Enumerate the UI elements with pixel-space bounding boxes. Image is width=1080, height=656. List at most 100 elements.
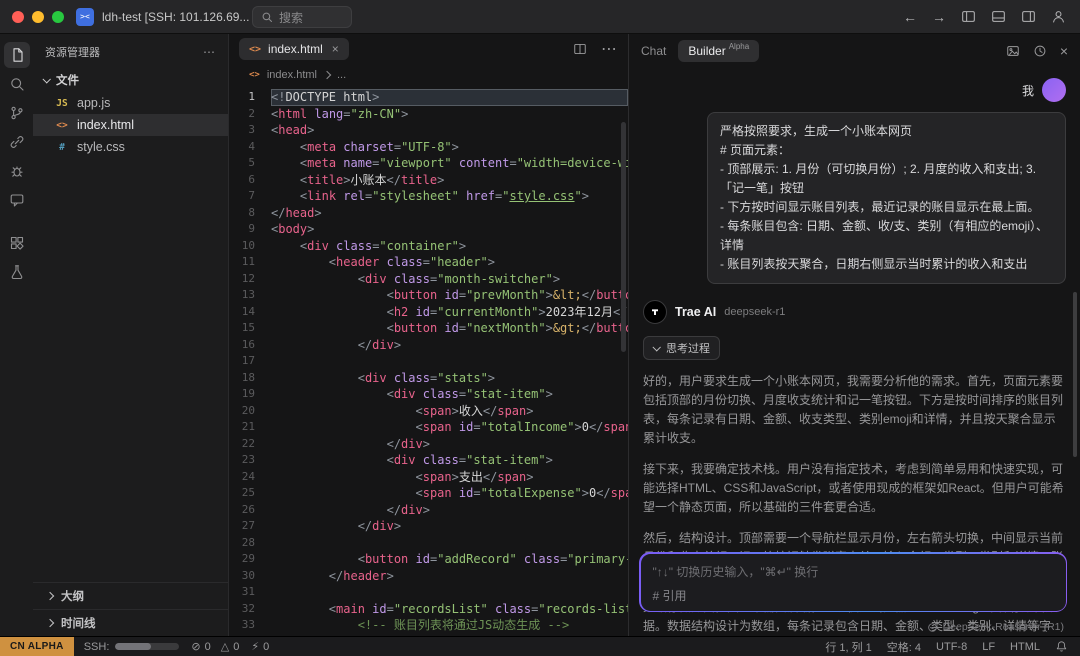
code-line[interactable]: 8</head> [229,205,628,222]
code-line[interactable]: 30 </header> [229,568,628,585]
line-number: 23 [229,452,271,469]
comments-icon[interactable] [4,187,30,213]
chat-input[interactable]: "↑↓" 切换历史输入，"⌘↵" 换行 # 引用 [641,554,1066,611]
split-editor-icon[interactable] [573,42,587,56]
trae-logo-icon [649,306,661,318]
back-button[interactable]: ← [903,9,917,25]
code-line[interactable]: 23 <div class="stat-item"> [229,452,628,469]
toggle-sidebar-icon[interactable] [961,9,976,24]
ports-status[interactable]: ⚡0 [251,640,269,653]
code-line[interactable]: 9<body> [229,221,628,238]
close-window-button[interactable] [12,11,24,23]
code-line[interactable]: 17 [229,353,628,370]
code-line[interactable]: 20 <span>收入</span> [229,403,628,420]
close-panel-icon[interactable]: × [1060,43,1068,59]
breadcrumb-more[interactable]: ... [337,69,346,81]
code-line[interactable]: 14 <h2 id="currentMonth">2023年12月</h2> [229,304,628,321]
file-item-index.html[interactable]: <>index.html [33,114,228,136]
timeline-section[interactable]: 时间线 [33,609,228,636]
code-line[interactable]: 22 </div> [229,436,628,453]
indentation[interactable]: 空格: 4 [887,639,921,655]
code-line[interactable]: 26 </div> [229,502,628,519]
eol-sequence[interactable]: LF [982,641,995,653]
toggle-secondary-sidebar-icon[interactable] [1021,9,1036,24]
image-icon[interactable] [1006,44,1020,58]
window-title[interactable]: ldh-test [SSH: 101.126.69... [102,10,261,24]
warning-count: 0 [233,641,239,653]
file-label: app.js [77,96,110,110]
search-icon[interactable] [4,71,30,97]
encoding[interactable]: UTF-8 [936,641,967,653]
close-tab-icon[interactable]: × [332,42,339,56]
reference-button[interactable]: # 引用 [653,587,687,604]
code-line[interactable]: 31 [229,584,628,601]
code-line[interactable]: 5 <meta name="viewport" content="width=d… [229,155,628,172]
code-line[interactable]: 2<html lang="zh-CN"> [229,106,628,123]
toggle-panel-icon[interactable] [991,9,1006,24]
editor-scrollbar[interactable] [621,122,626,352]
account-icon[interactable] [1051,9,1066,24]
file-label: style.css [77,140,125,154]
line-number: 2 [229,106,271,123]
ssh-status[interactable]: SSH: [84,641,180,653]
zoom-window-button[interactable] [52,11,64,23]
tab-chat[interactable]: Chat [641,44,666,58]
sidebar-more-button[interactable]: ⋯ [203,45,216,59]
code-line[interactable]: 28 [229,535,628,552]
file-item-style.css[interactable]: #style.css [33,136,228,158]
language-mode[interactable]: HTML [1010,641,1040,653]
code-line[interactable]: 1<!DOCTYPE html> [229,89,628,106]
code-line[interactable]: 25 <span id="totalExpense">0</span> [229,485,628,502]
problems-status[interactable]: ⊘0 △0 [191,640,239,653]
code-line[interactable]: 24 <span>支出</span> [229,469,628,486]
code-line[interactable]: 19 <div class="stat-item"> [229,386,628,403]
code-line[interactable]: 27 </div> [229,518,628,535]
code-line[interactable]: 3<head> [229,122,628,139]
code-line[interactable]: 4 <meta charset="UTF-8"> [229,139,628,156]
explorer-icon[interactable] [4,42,30,68]
file-item-app.js[interactable]: JSapp.js [33,92,228,114]
notifications-bell-icon[interactable] [1055,640,1068,653]
line-content: </div> [271,436,628,453]
code-line[interactable]: 18 <div class="stats"> [229,370,628,387]
remote-icon[interactable] [4,129,30,155]
search-icon [261,11,273,23]
forward-button[interactable]: → [932,9,946,25]
code-line[interactable]: 32 <main id="recordsList" class="records… [229,601,628,618]
files-section-header[interactable]: 文件 [33,68,228,92]
extensions-icon[interactable] [4,230,30,256]
labs-icon[interactable] [4,259,30,285]
cn-alpha-badge[interactable]: CN ALPHA [0,637,74,656]
alpha-badge: Alpha [729,42,749,51]
cursor-position[interactable]: 行 1, 列 1 [825,639,871,655]
code-line[interactable]: 33 <!-- 账目列表将通过JS动态生成 --> [229,617,628,634]
code-lines[interactable]: 1<!DOCTYPE html>2<html lang="zh-CN">3<he… [229,86,628,636]
search-input[interactable]: 搜索 [252,6,352,28]
code-line[interactable]: 13 <button id="prevMonth">&lt;</button> [229,287,628,304]
code-line[interactable]: 21 <span id="totalIncome">0</span> [229,419,628,436]
code-line[interactable]: 29 <button id="addRecord" class="primary… [229,551,628,568]
more-actions-icon[interactable]: ⋯ [601,39,618,59]
tab-builder[interactable]: Builder Alpha [678,40,759,62]
chat-scrollbar[interactable] [1073,292,1077,457]
outline-section[interactable]: 大纲 [33,582,228,609]
breadcrumb[interactable]: <> index.html ... [229,64,628,86]
code-line[interactable]: 15 <button id="nextMonth">&gt;</button> [229,320,628,337]
tab-index-html[interactable]: <> index.html × [239,38,349,60]
user-message-line: - 下方按时间显示账目列表，最近记录的账目显示在最上面。 [720,198,1053,217]
code-line[interactable]: 12 <div class="month-switcher"> [229,271,628,288]
model-selector[interactable]: DeepSeek-Reasoner (R1) [927,621,1064,633]
code-line[interactable]: 7 <link rel="stylesheet" href="style.css… [229,188,628,205]
line-number: 10 [229,238,271,255]
line-number: 6 [229,172,271,189]
code-line[interactable]: 11 <header class="header"> [229,254,628,271]
debug-icon[interactable] [4,158,30,184]
source-control-icon[interactable] [4,100,30,126]
minimize-window-button[interactable] [32,11,44,23]
code-line[interactable]: 10 <div class="container"> [229,238,628,255]
history-icon[interactable] [1033,44,1047,58]
thought-process-toggle[interactable]: 思考过程 [643,336,720,360]
code-line[interactable]: 16 </div> [229,337,628,354]
breadcrumb-file[interactable]: index.html [267,69,317,81]
code-line[interactable]: 6 <title>小账本</title> [229,172,628,189]
